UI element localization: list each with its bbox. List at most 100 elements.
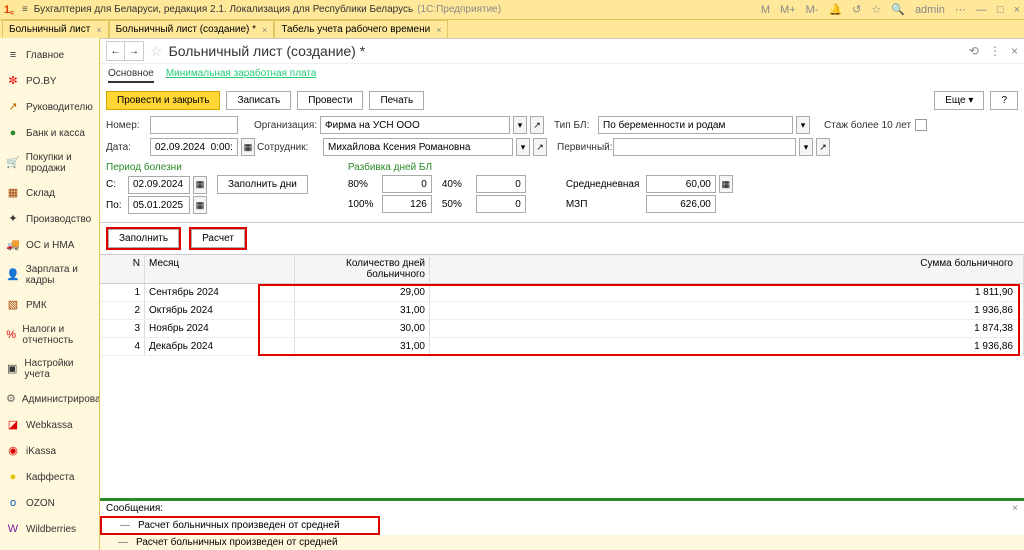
cell-n: 3 [100, 320, 145, 337]
sidebar-item-label: Главное [26, 50, 64, 61]
table-row[interactable]: 4Декабрь 202431,001 936,86 [100, 338, 1024, 356]
m-btn[interactable]: M [761, 4, 770, 16]
sidebar-item[interactable]: WWildberries [0, 516, 99, 542]
m-minus-btn[interactable]: M- [806, 4, 819, 16]
fill-days-button[interactable]: Заполнить дни [217, 175, 308, 194]
mzp-input[interactable] [646, 195, 716, 213]
sidebar-item[interactable]: 🚚ОС и НМА [0, 232, 99, 258]
close-icon[interactable]: × [1014, 4, 1020, 16]
subtab-link[interactable]: Минимальная заработная плата [166, 68, 317, 83]
calendar-icon[interactable]: ▦ [193, 176, 207, 194]
sidebar-item[interactable]: ▧РМК [0, 292, 99, 318]
date-input[interactable] [150, 138, 238, 156]
save-close-button[interactable]: Провести и закрыть [106, 91, 220, 110]
org-input[interactable] [320, 116, 510, 134]
table-row[interactable]: 2Октябрь 202431,001 936,86 [100, 302, 1024, 320]
tab-close-icon[interactable]: × [262, 25, 267, 35]
star-icon[interactable]: ☆ [871, 3, 881, 16]
v100-input[interactable] [382, 195, 432, 213]
more-icon[interactable]: ⋮ [989, 44, 1001, 58]
primary-label: Первичный: [557, 142, 609, 153]
sidebar-item[interactable]: 🛒Покупки и продажи [0, 146, 99, 180]
back-icon[interactable]: ← [107, 42, 125, 60]
settings-icon[interactable]: ⋯ [955, 3, 966, 16]
tab-close-icon[interactable]: × [436, 25, 441, 35]
sidebar-item[interactable]: %Налоги и отчетность [0, 318, 99, 352]
primary-input[interactable] [613, 138, 796, 156]
sidebar-item-label: Каффеста [26, 472, 74, 483]
emp-input[interactable] [323, 138, 513, 156]
to-input[interactable] [128, 196, 190, 214]
daily-input[interactable] [646, 175, 716, 193]
help-button[interactable]: ? [990, 91, 1018, 110]
v40-input[interactable] [476, 175, 526, 193]
from-input[interactable] [128, 176, 190, 194]
fill-button[interactable]: Заполнить [108, 229, 179, 248]
content: ← → ☆ Больничный лист (создание) * ⟲ ⋮ ×… [100, 38, 1024, 550]
maximize-icon[interactable]: □ [997, 4, 1004, 16]
more-button[interactable]: Еще ▾ [934, 91, 984, 110]
tab[interactable]: Больничный лист× [2, 20, 109, 38]
sidebar-item-label: Банк и касса [26, 128, 85, 139]
table-header: N Месяц Количество дней больничного Сумм… [100, 255, 1024, 284]
write-button[interactable]: Записать [226, 91, 291, 110]
sidebar-item[interactable]: ●Банк и касса [0, 120, 99, 146]
bell-icon[interactable]: 🔔 [828, 3, 842, 16]
link-icon[interactable]: ⟲ [969, 44, 979, 58]
sidebar-item[interactable]: 👤Зарплата и кадры [0, 258, 99, 292]
open-icon[interactable]: ↗ [816, 138, 830, 156]
dropdown-icon[interactable]: ▾ [799, 138, 813, 156]
sidebar-icon: ✦ [6, 212, 20, 226]
message-line[interactable]: —Расчет больничных произведен от средней [102, 518, 378, 533]
calendar-icon[interactable]: ▦ [193, 196, 207, 214]
tab-active[interactable]: Больничный лист (создание) *× [109, 20, 275, 38]
minimize-icon[interactable]: — [976, 4, 987, 16]
dropdown-icon[interactable]: ▾ [516, 138, 530, 156]
m-plus-btn[interactable]: M+ [780, 4, 796, 16]
seniority-checkbox[interactable] [915, 119, 927, 131]
sidebar-item-label: Зарплата и кадры [26, 264, 93, 286]
table-row[interactable]: 3Ноябрь 202430,001 874,38 [100, 320, 1024, 338]
open-icon[interactable]: ↗ [533, 138, 547, 156]
calendar-icon[interactable]: ▦ [241, 138, 255, 156]
menu-icon[interactable]: ≡ [22, 4, 28, 15]
sidebar-item[interactable]: ◪Webkassa [0, 412, 99, 438]
v80-input[interactable] [382, 175, 432, 193]
cell-month: Октябрь 2024 [145, 302, 295, 319]
history-icon[interactable]: ↺ [852, 3, 861, 16]
type-input[interactable] [598, 116, 793, 134]
dropdown-icon[interactable]: ▾ [513, 116, 527, 134]
print-button[interactable]: Печать [369, 91, 424, 110]
search-icon[interactable]: 🔍 [891, 3, 905, 16]
calc-button[interactable]: Расчет [191, 229, 245, 248]
sidebar-item[interactable]: ✼PO.BY [0, 68, 99, 94]
from-label: С: [106, 179, 124, 190]
table-row[interactable]: 1Сентябрь 202429,001 811,90 [100, 284, 1024, 302]
v50-input[interactable] [476, 195, 526, 213]
open-icon[interactable]: ↗ [530, 116, 544, 134]
sidebar-item[interactable]: ▣Настройки учета [0, 352, 99, 386]
user-label[interactable]: admin [915, 4, 945, 16]
tab-close-icon[interactable]: × [96, 25, 101, 35]
sidebar-item[interactable]: ●Каффеста [0, 464, 99, 490]
sidebar-item[interactable]: ◉iKassa [0, 438, 99, 464]
sidebar-item[interactable]: ↗Руководителю [0, 94, 99, 120]
post-button[interactable]: Провести [297, 91, 363, 110]
cell-qty: 30,00 [295, 320, 430, 337]
number-input[interactable] [150, 116, 238, 134]
subtab-main[interactable]: Основное [108, 68, 154, 83]
sidebar-item[interactable]: ✦ Производство [0, 206, 99, 232]
favorite-icon[interactable]: ☆ [150, 43, 163, 60]
close-doc-icon[interactable]: × [1011, 44, 1018, 58]
dropdown-icon[interactable]: ▾ [796, 116, 810, 134]
tab[interactable]: Табель учета рабочего времени× [274, 20, 448, 38]
sidebar-item-label: Производство [26, 214, 91, 225]
sidebar-item[interactable]: ▦Склад [0, 180, 99, 206]
messages-close-icon[interactable]: × [1012, 503, 1018, 514]
sidebar-item[interactable]: oOZON [0, 490, 99, 516]
sidebar-item[interactable]: ≡Главное [0, 42, 99, 68]
forward-icon[interactable]: → [125, 42, 143, 60]
message-line[interactable]: —Расчет больничных произведен от средней [100, 535, 1024, 550]
calc-icon[interactable]: ▦ [719, 175, 733, 193]
sidebar-item[interactable]: ⚙Администрирование [0, 386, 99, 412]
